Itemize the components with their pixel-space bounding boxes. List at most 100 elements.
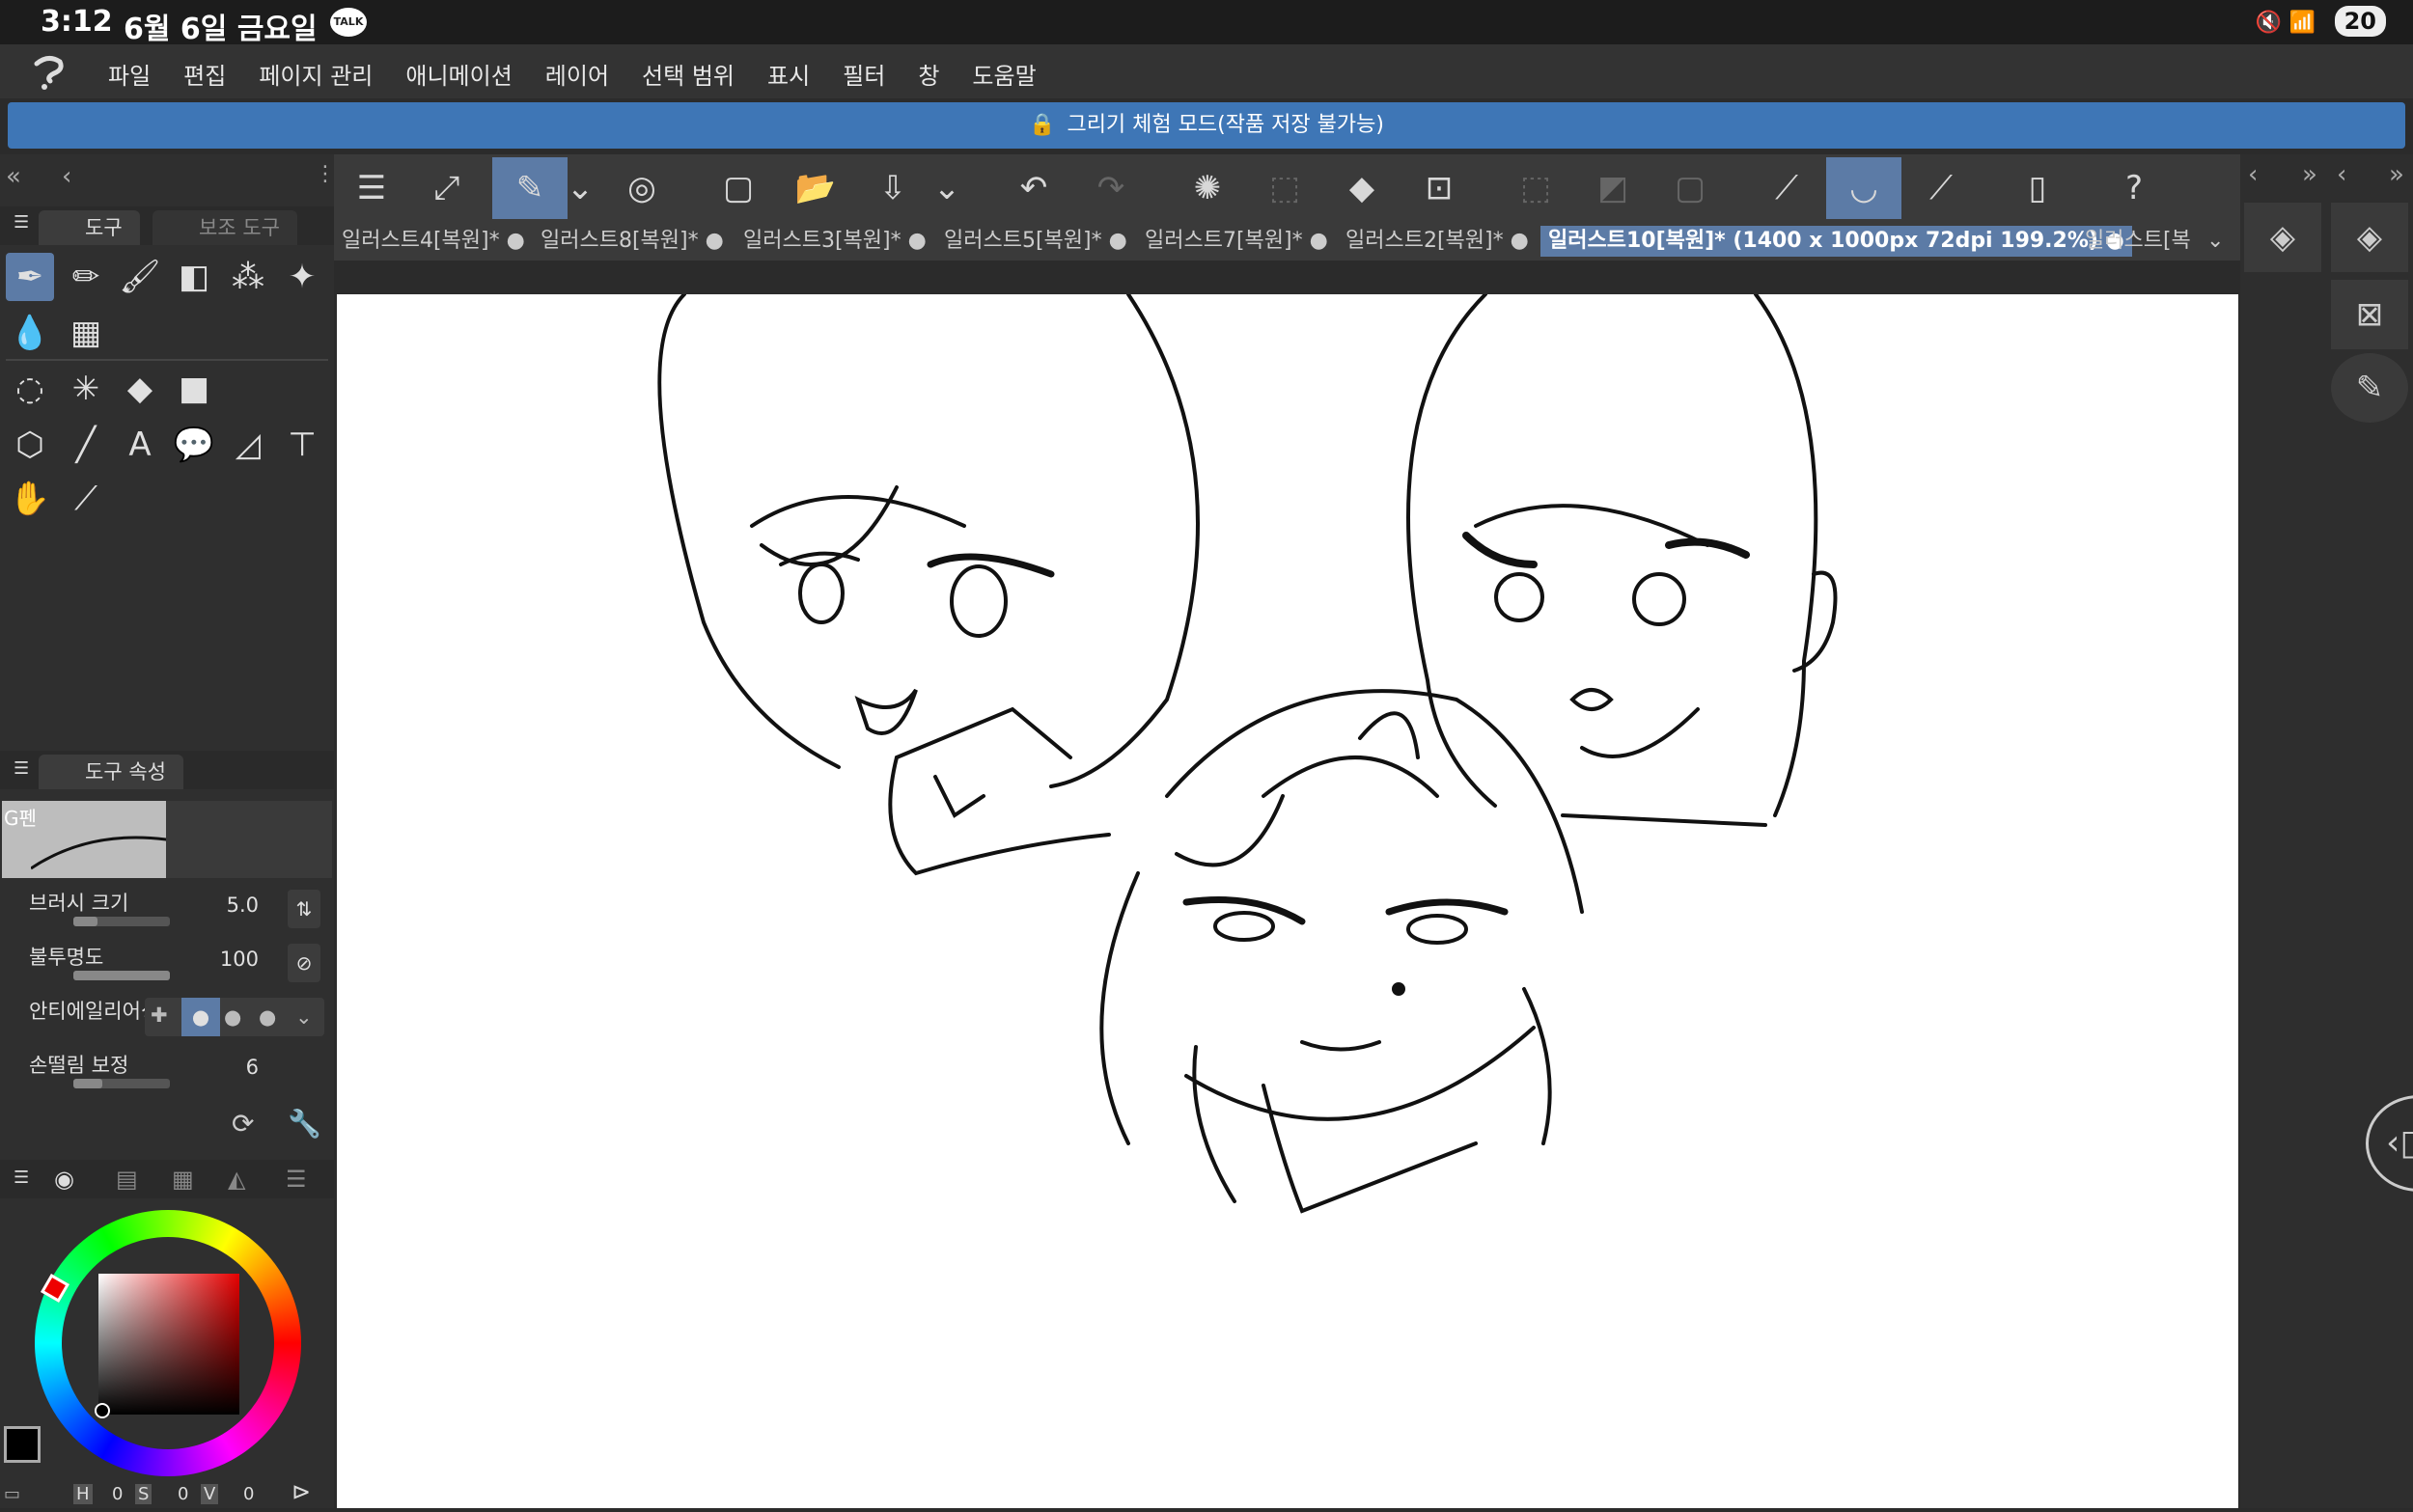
collapse-right-icon[interactable]: » <box>2389 160 2404 189</box>
select-all-icon[interactable]: ⬚ <box>1247 157 1322 219</box>
app-logo-icon[interactable] <box>29 52 69 93</box>
collapse-left-icon[interactable]: « <box>6 162 21 191</box>
object-tool-icon[interactable]: ⬡ <box>6 421 54 469</box>
stabilization-value[interactable]: 6 <box>246 1056 259 1079</box>
loading-icon[interactable]: ✺ <box>1170 157 1245 219</box>
menu-page[interactable]: 페이지 관리 <box>259 57 373 91</box>
edit-pen-icon[interactable]: ✎ <box>2331 353 2408 423</box>
menu-file[interactable]: 파일 <box>108 57 151 91</box>
panel-menu-icon[interactable]: ☰ <box>14 758 29 779</box>
close-window-icon[interactable]: ⊠ <box>2331 280 2408 349</box>
layer-settings-icon[interactable]: ◈ <box>2331 203 2408 272</box>
menu-edit[interactable]: 편집 <box>183 57 226 91</box>
transform-icon[interactable]: ⊡ <box>1401 157 1477 219</box>
menu-icon[interactable]: ☰ <box>334 157 409 219</box>
antialias-medium-icon[interactable]: ● <box>224 998 241 1036</box>
pencil-tool-icon[interactable]: ✏ <box>62 253 110 301</box>
tab-document[interactable]: 일러스트[복 <box>2077 226 2199 257</box>
brush-size-toggle-icon[interactable]: ⇅ <box>288 890 320 928</box>
open-folder-icon[interactable]: 📂 <box>778 157 853 219</box>
menu-animation[interactable]: 애니메이션 <box>405 57 512 91</box>
blend-tool-icon[interactable]: 💧 <box>6 309 54 357</box>
undo-icon[interactable]: ↶ <box>996 157 1071 219</box>
fill-icon[interactable]: ◆ <box>1324 157 1400 219</box>
saturation-value-square[interactable] <box>98 1274 239 1415</box>
tab-tool[interactable]: 도구 <box>39 210 140 245</box>
eraser-tool-icon[interactable]: ◧ <box>170 253 218 301</box>
decoration-tool-icon[interactable]: ✦ <box>278 253 326 301</box>
tab-tool-property[interactable]: 도구 속성 <box>39 755 183 789</box>
panel-menu-icon[interactable]: ☰ <box>14 1168 29 1188</box>
color-mode-icon[interactable]: ⊳ <box>291 1478 311 1505</box>
tab-document-active[interactable]: 일러스트10[복원]* (1400 x 1000px 72dpi 199.2%)… <box>1540 226 2132 257</box>
export-icon[interactable]: ⇩ <box>855 157 930 219</box>
reset-icon[interactable]: ⟳ <box>232 1108 254 1140</box>
pen-tool-icon[interactable]: ✒ <box>6 253 54 301</box>
layers-icon[interactable]: ◈ <box>2244 203 2321 272</box>
chevron-down-icon[interactable]: ⌄ <box>923 157 971 219</box>
menu-help[interactable]: 도움말 <box>972 57 1036 91</box>
antialias-strong-icon[interactable]: ● <box>259 998 276 1036</box>
gradient-tool-icon[interactable]: ■ <box>170 365 218 413</box>
menu-layer[interactable]: 레이어 <box>545 57 609 91</box>
resize-icon[interactable]: ⤢ <box>409 157 485 219</box>
main-color-swatch[interactable] <box>4 1426 41 1463</box>
lasso-tool-icon[interactable]: ◌ <box>6 365 54 413</box>
panel-grip-icon[interactable]: ⋮ <box>315 162 336 186</box>
sv-picker-handle[interactable] <box>95 1403 110 1418</box>
frame-tool-icon[interactable]: ◿ <box>224 421 272 469</box>
color-palette-tab-icon[interactable]: ▤ <box>116 1166 138 1193</box>
brush-tool-icon[interactable]: 🖌 <box>116 253 164 301</box>
drawing-canvas[interactable] <box>337 292 2238 1508</box>
opacity-slider[interactable] <box>73 971 170 980</box>
chevron-left-icon[interactable]: ‹ <box>2337 160 2346 189</box>
color-set-tab-icon[interactable]: ▦ <box>172 1166 194 1193</box>
hue-picker-handle[interactable] <box>40 1273 70 1304</box>
ruler-icon[interactable]: ⟋ <box>1749 157 1824 219</box>
pen-stabilizer-icon[interactable]: ◡ <box>1826 157 1901 219</box>
color-wheel-tab-icon[interactable]: ◉ <box>54 1166 74 1193</box>
menu-view[interactable]: 표시 <box>767 57 810 91</box>
chevron-down-icon[interactable]: ⌄ <box>295 998 313 1036</box>
fill-tool-icon[interactable]: ◆ <box>116 365 164 413</box>
menu-filter[interactable]: 필터 <box>843 57 885 91</box>
balloon-tool-icon[interactable]: 💬 <box>170 421 218 469</box>
menu-selection[interactable]: 선택 범위 <box>642 57 735 91</box>
tabs-overflow-chevron-icon[interactable]: ⌄ <box>2199 226 2233 257</box>
border-selection-icon[interactable]: ▢ <box>1652 157 1728 219</box>
chevron-down-icon[interactable]: ⌄ <box>556 157 604 219</box>
tab-subtool[interactable]: 보조 도구 <box>153 210 297 245</box>
ruler-tool-icon[interactable]: ⊤ <box>278 421 326 469</box>
menu-window[interactable]: 창 <box>918 57 939 91</box>
chevron-left-icon[interactable]: ‹ <box>2248 160 2258 189</box>
spiral-icon[interactable]: ◎ <box>604 157 680 219</box>
stabilization-slider[interactable] <box>73 1079 170 1088</box>
airbrush-tool-icon[interactable]: ⁂ <box>224 253 272 301</box>
phone-icon[interactable]: ▯ <box>2000 157 2075 219</box>
redo-icon[interactable]: ↷ <box>1073 157 1149 219</box>
tab-document[interactable]: 일러스트5[복원]* ● <box>936 226 1135 257</box>
tab-document[interactable]: 일러스트4[복원]* ● <box>334 226 533 257</box>
new-canvas-icon[interactable]: ▢ <box>701 157 776 219</box>
eyedropper-tool-icon[interactable]: ⟋ <box>62 475 110 523</box>
text-tool-icon[interactable]: A <box>116 421 164 469</box>
color-mix-tab-icon[interactable]: ◭ <box>228 1166 245 1193</box>
wrench-icon[interactable]: 🔧 <box>288 1108 321 1140</box>
panel-menu-icon[interactable]: ☰ <box>14 212 29 233</box>
antialias-weak-icon[interactable]: ● <box>181 998 220 1036</box>
tab-document[interactable]: 일러스트2[복원]* ● <box>1338 226 1537 257</box>
transparent-toggle-icon[interactable]: ▭ <box>4 1484 20 1504</box>
hand-tool-icon[interactable]: ✋ <box>6 475 54 523</box>
brush-size-slider[interactable] <box>73 917 170 926</box>
tab-document[interactable]: 일러스트7[복원]* ● <box>1137 226 1336 257</box>
tab-document[interactable]: 일러스트3[복원]* ● <box>735 226 934 257</box>
line-tool-icon[interactable]: ╱ <box>62 421 110 469</box>
side-panel-toggle-icon[interactable]: ‹▯ <box>2366 1095 2413 1192</box>
magic-wand-icon[interactable]: ✳ <box>62 365 110 413</box>
color-history-tab-icon[interactable]: ☰ <box>286 1166 307 1193</box>
chevron-left-icon[interactable]: ‹ <box>62 162 71 191</box>
antialias-none-icon[interactable]: ✚ <box>151 1003 168 1027</box>
invert-selection-icon[interactable]: ◩ <box>1575 157 1650 219</box>
opacity-lock-icon[interactable]: ⊘ <box>288 944 320 982</box>
opacity-value[interactable]: 100 <box>220 948 259 971</box>
